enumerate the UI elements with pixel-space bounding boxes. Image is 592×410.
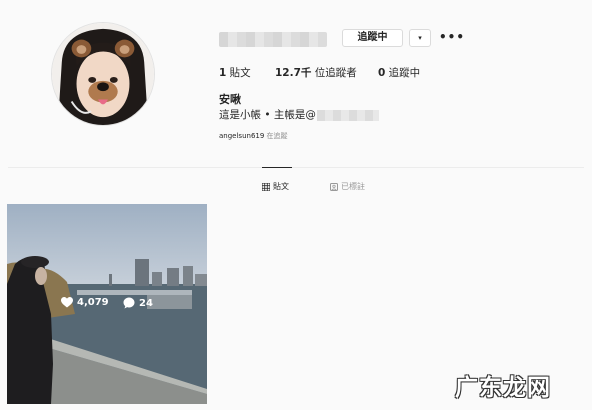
tabs-divider [8, 167, 584, 168]
followers-count: 12.7千 [275, 67, 312, 79]
profile-page: 追蹤中 ▾ ••• 1 貼文 12.7千 位追蹤者 0 追蹤中 安啾 這是小帳 … [0, 0, 592, 410]
bio-text: 這是小帳 • 主帳是@ [219, 107, 379, 122]
follow-options-button[interactable]: ▾ [409, 29, 431, 47]
full-name: 安啾 [219, 93, 241, 106]
following-label: 追蹤中 [385, 67, 421, 79]
post-comments: 24 [123, 297, 153, 309]
avatar-photo [52, 23, 154, 125]
ellipsis-icon: ••• [439, 30, 466, 44]
chevron-down-icon: ▾ [418, 34, 422, 42]
followers-stat[interactable]: 12.7千 位追蹤者 [275, 65, 357, 80]
following-button[interactable]: 追蹤中 [342, 29, 403, 47]
followed-by-suffix: 在追蹤 [264, 132, 288, 140]
followers-label: 位追蹤者 [311, 67, 357, 79]
more-options-button[interactable]: ••• [439, 28, 465, 46]
username-redacted [219, 32, 327, 47]
site-watermark: 广东龙网 [455, 375, 551, 401]
comments-count: 24 [139, 297, 153, 309]
likes-count: 4,079 [77, 297, 109, 308]
profile-avatar[interactable] [51, 22, 155, 126]
bio-account-redacted [316, 109, 379, 121]
tab-tagged[interactable]: 已標註 [330, 181, 365, 192]
post-likes: 4,079 [61, 297, 109, 308]
post-thumbnail[interactable]: 4,079 24 [7, 204, 207, 404]
bio-content: 這是小帳 • 主帳是@ [219, 109, 316, 121]
posts-count-stat: 1 貼文 [219, 65, 251, 80]
tab-posts[interactable]: 貼文 [262, 181, 289, 192]
grid-icon [262, 182, 270, 191]
posts-label: 貼文 [226, 67, 251, 79]
tab-tagged-label: 已標註 [341, 182, 365, 191]
active-tab-indicator [262, 167, 292, 168]
tag-icon [330, 182, 338, 191]
comment-icon [123, 297, 135, 309]
tab-posts-label: 貼文 [273, 182, 289, 191]
following-stat[interactable]: 0 追蹤中 [378, 65, 420, 80]
heart-icon [61, 297, 73, 308]
followed-by-note: angelsun619 在追蹤 [219, 131, 288, 141]
followed-by-user-link[interactable]: angelsun619 [219, 132, 264, 140]
